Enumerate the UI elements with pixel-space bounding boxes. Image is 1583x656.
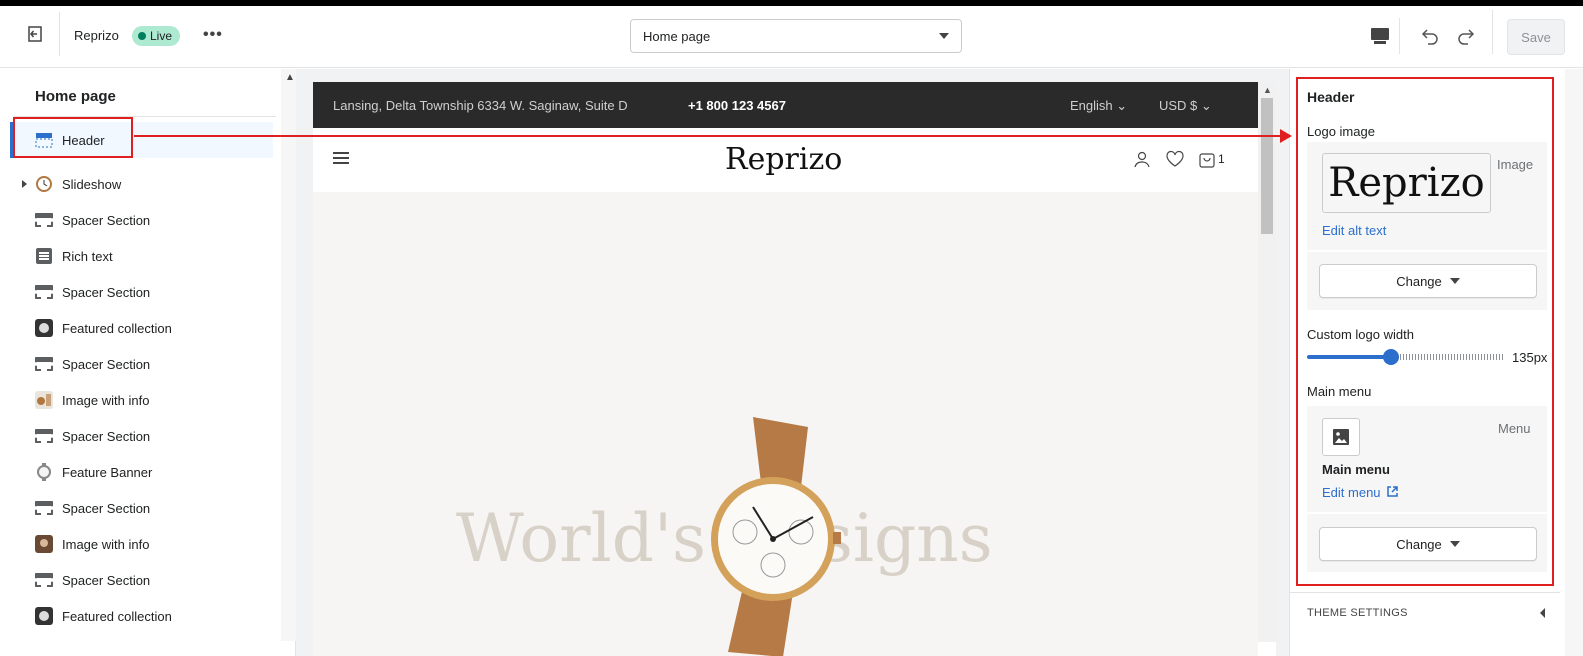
caret-down-icon [939, 33, 949, 39]
spacer-section-icon [35, 283, 53, 301]
image-thumbnail-icon [35, 535, 53, 553]
sidebar-item-spacer-6[interactable]: Spacer Section [14, 562, 274, 598]
expand-arrow-icon[interactable] [22, 180, 27, 188]
preview-scrollbar-thumb[interactable] [1261, 98, 1273, 234]
hero-slideshow[interactable]: World's Designs [313, 192, 1258, 656]
panel-scrollbar[interactable] [1565, 69, 1583, 656]
cart-count: 1 [1218, 152, 1225, 166]
sidebar-item-slideshow[interactable]: Slideshow [14, 166, 274, 202]
theme-settings-label: THEME SETTINGS [1307, 607, 1408, 619]
sidebar-item-spacer-5[interactable]: Spacer Section [14, 490, 274, 526]
scroll-up-icon[interactable]: ▲ [1263, 85, 1272, 95]
sidebar-item-spacer-2[interactable]: Spacer Section [14, 274, 274, 310]
store-phone[interactable]: +1 800 123 4567 [688, 98, 786, 113]
watch-thumbnail-icon [35, 463, 53, 481]
live-dot-icon [138, 32, 146, 40]
sidebar-item-featured-collection-1[interactable]: Featured collection [14, 310, 274, 346]
watch-image [711, 417, 841, 656]
cart-icon [1199, 153, 1215, 168]
sidebar-item-label: Image with info [62, 536, 150, 552]
annotation-panel-highlight [1296, 77, 1554, 586]
sidebar-item-label: Featured collection [62, 608, 172, 624]
sidebar-item-label: Image with info [62, 392, 150, 408]
annotation-arrow-head-icon [1280, 129, 1292, 143]
spacer-section-icon [35, 499, 53, 517]
desktop-icon [1370, 28, 1389, 44]
sidebar-item-label: Spacer Section [62, 500, 151, 516]
status-text: Live [150, 29, 173, 43]
chevron-left-icon [1540, 608, 1545, 618]
account-icon[interactable] [1133, 150, 1151, 168]
redo-icon [1458, 29, 1475, 45]
cart-button[interactable]: 1 [1199, 150, 1225, 168]
store-logo[interactable]: Reprizo [725, 142, 842, 177]
currency-selector[interactable]: USD $ ⌄ [1159, 98, 1212, 114]
annotation-header-highlight [13, 117, 133, 158]
wishlist-icon[interactable] [1165, 150, 1185, 168]
undo-button[interactable] [1416, 22, 1444, 50]
sidebar-item-spacer-3[interactable]: Spacer Section [14, 346, 274, 382]
exit-button[interactable] [10, 12, 60, 56]
sidebar-item-image-with-info-1[interactable]: Image with info [14, 382, 274, 418]
sidebar-item-label: Featured collection [62, 320, 172, 336]
status-badge: Live [132, 26, 181, 46]
sidebar-item-label: Spacer Section [62, 356, 151, 372]
exit-icon [27, 26, 42, 42]
image-thumbnail-icon [35, 391, 53, 409]
sidebar-item-spacer-1[interactable]: Spacer Section [14, 202, 274, 238]
sidebar-item-label: Spacer Section [62, 428, 151, 444]
redo-button[interactable] [1452, 22, 1480, 50]
undo-icon [1421, 29, 1438, 45]
spacer-section-icon [35, 571, 53, 589]
store-header: Reprizo 1 [313, 128, 1258, 192]
sidebar-item-label: Spacer Section [62, 572, 151, 588]
sidebar-item-label: Slideshow [62, 176, 122, 192]
header-icons: 1 [1133, 150, 1225, 168]
spacer-section-icon [35, 211, 53, 229]
more-actions-button[interactable]: ••• [203, 26, 223, 44]
sidebar-item-label: Feature Banner [62, 464, 153, 480]
theme-settings-toggle[interactable]: THEME SETTINGS [1290, 592, 1560, 634]
scroll-up-icon[interactable]: ▲ [285, 72, 295, 83]
sidebar-item-label: Spacer Section [62, 284, 151, 300]
sidebar-item-label: Rich text [62, 248, 113, 264]
sidebar-item-feature-banner[interactable]: Feature Banner [14, 454, 274, 490]
page-select-value: Home page [643, 28, 711, 44]
watch-thumbnail-icon [35, 175, 53, 193]
spacer-section-icon [35, 355, 53, 373]
store-address: Lansing, Delta Township 6334 W. Saginaw,… [333, 98, 628, 113]
annotation-arrow-line [134, 135, 1282, 137]
toolbar-divider [1492, 10, 1493, 54]
language-selector[interactable]: English ⌄ [1070, 98, 1127, 114]
sidebar-item-featured-collection-2[interactable]: Featured collection [14, 598, 274, 634]
page-select[interactable]: Home page [630, 19, 962, 53]
sidebar-item-rich-text[interactable]: Rich text [14, 238, 274, 274]
sidebar-item-spacer-4[interactable]: Spacer Section [14, 418, 274, 454]
sidebar-item-label: Spacer Section [62, 212, 151, 228]
collection-thumbnail-icon [35, 607, 53, 625]
store-name: Reprizo [74, 28, 119, 43]
menu-icon[interactable] [333, 152, 349, 154]
spacer-section-icon [35, 427, 53, 445]
save-button[interactable]: Save [1507, 19, 1565, 55]
sidebar-scrollbar[interactable] [281, 69, 296, 641]
store-preview[interactable]: Lansing, Delta Township 6334 W. Saginaw,… [313, 82, 1276, 656]
sidebar-title: Home page [35, 88, 116, 105]
rich-text-icon [35, 247, 53, 265]
announcement-bar: Lansing, Delta Township 6334 W. Saginaw,… [313, 82, 1258, 128]
desktop-view-button[interactable] [1360, 18, 1400, 54]
collection-thumbnail-icon [35, 319, 53, 337]
sidebar-item-image-with-info-2[interactable]: Image with info [14, 526, 274, 562]
